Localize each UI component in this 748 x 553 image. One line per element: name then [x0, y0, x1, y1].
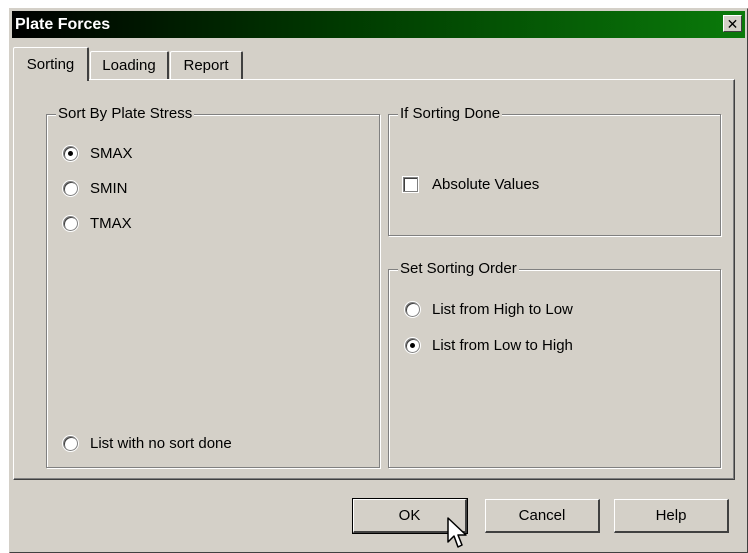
sort-by-plate-stress-legend: Sort By Plate Stress [56, 105, 195, 123]
radio-tmax-label: TMAX [90, 215, 132, 232]
radio-smin[interactable]: SMIN [63, 180, 128, 197]
tab-loading-label: Loading [102, 57, 156, 74]
radio-low-to-high-label: List from Low to High [432, 337, 573, 354]
close-button[interactable]: ✕ [723, 15, 742, 32]
radio-smax-label: SMAX [90, 145, 133, 162]
radio-smin-indicator[interactable] [63, 181, 78, 196]
ok-button-label: OK [398, 507, 421, 524]
radio-high-to-low[interactable]: List from High to Low [405, 301, 573, 318]
radio-low-to-high-indicator[interactable] [405, 338, 420, 353]
tab-report[interactable]: Report [170, 51, 243, 79]
cancel-button-label: Cancel [518, 507, 566, 524]
tab-sorting-label: Sorting [26, 56, 75, 73]
radio-smax-indicator[interactable] [63, 146, 78, 161]
sort-by-plate-stress-group: Sort By Plate Stress SMAX SMIN TMAX List… [46, 105, 380, 468]
radio-no-sort-label: List with no sort done [90, 435, 232, 452]
mouse-pointer-icon [447, 517, 467, 548]
absolute-values-check-box[interactable] [403, 177, 418, 192]
sorting-tab-panel: Sort By Plate Stress SMAX SMIN TMAX List… [13, 79, 735, 480]
radio-tmax-indicator[interactable] [63, 216, 78, 231]
tab-loading[interactable]: Loading [90, 51, 169, 79]
set-sorting-order-legend: Set Sorting Order [398, 260, 519, 278]
if-sorting-done-group: If Sorting Done Absolute Values [388, 105, 721, 236]
window-title: Plate Forces [15, 15, 111, 33]
radio-smin-label: SMIN [90, 180, 128, 197]
tab-report-label: Report [183, 57, 229, 74]
absolute-values-checkbox[interactable]: Absolute Values [403, 176, 539, 193]
radio-high-to-low-indicator[interactable] [405, 302, 420, 317]
cancel-button[interactable]: Cancel [485, 499, 600, 533]
radio-high-to-low-label: List from High to Low [432, 301, 573, 318]
if-sorting-done-legend: If Sorting Done [398, 105, 503, 123]
tab-sorting[interactable]: Sorting [13, 47, 89, 81]
set-sorting-order-group: Set Sorting Order List from High to Low … [388, 260, 721, 468]
radio-no-sort[interactable]: List with no sort done [63, 435, 232, 452]
absolute-values-label: Absolute Values [432, 176, 540, 193]
close-icon: ✕ [726, 15, 739, 32]
radio-no-sort-indicator[interactable] [63, 436, 78, 451]
title-bar[interactable]: Plate Forces ✕ [12, 11, 745, 38]
help-button[interactable]: Help [614, 499, 729, 533]
radio-tmax[interactable]: TMAX [63, 215, 132, 232]
radio-smax[interactable]: SMAX [63, 145, 133, 162]
radio-low-to-high[interactable]: List from Low to High [405, 337, 573, 354]
help-button-label: Help [655, 507, 687, 524]
